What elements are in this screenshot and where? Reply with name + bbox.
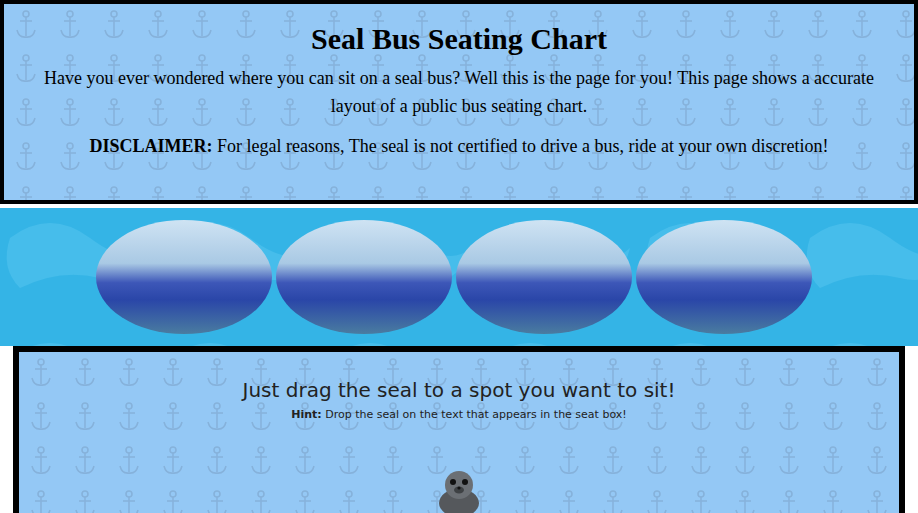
photo: [456, 220, 632, 334]
photo: [636, 220, 812, 334]
photo: [96, 220, 272, 334]
seating-panel: Just drag the seal to a spot you want to…: [13, 346, 905, 513]
page: Seal Bus Seating Chart Have you ever wond…: [0, 0, 918, 513]
intro-text: Have you ever wondered where you can sit…: [34, 64, 884, 120]
photo-gallery: [0, 208, 918, 346]
seal-draggable[interactable]: [435, 465, 483, 513]
hint-text: Hint: Drop the seal on the text that app…: [291, 408, 626, 421]
seating-title: Just drag the seal to a spot you want to…: [243, 378, 676, 402]
page-title: Seal Bus Seating Chart: [34, 22, 884, 56]
photo: [276, 220, 452, 334]
seal-icon[interactable]: [435, 465, 483, 513]
header: Seal Bus Seating Chart Have you ever wond…: [0, 0, 918, 204]
disclaimer: DISCLAIMER: For legal reasons, The seal …: [34, 132, 884, 160]
